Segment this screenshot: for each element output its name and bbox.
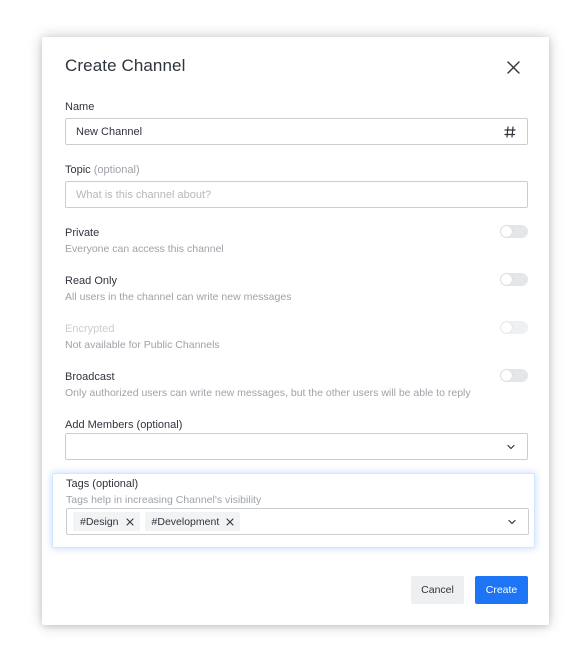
chevron-down-icon (507, 444, 515, 450)
tag-chip-design: #Design (73, 512, 140, 531)
name-input-value: New Channel (76, 125, 143, 138)
read-only-description: All users in the channel can write new m… (65, 291, 292, 303)
private-toggle[interactable] (500, 225, 528, 238)
name-label: Name (65, 101, 95, 113)
tags-label: Tags (optional) (66, 478, 139, 490)
create-channel-modal: Create Channel Name New Channel Topic (o… (42, 37, 549, 625)
add-members-label: Add Members (optional) (65, 419, 183, 431)
encrypted-title: Encrypted (65, 323, 115, 335)
encrypted-toggle (500, 321, 528, 334)
create-button[interactable]: Create (475, 576, 528, 604)
encrypted-description: Not available for Public Channels (65, 339, 220, 351)
private-title: Private (65, 227, 100, 239)
name-input[interactable]: New Channel (65, 118, 528, 145)
tags-description: Tags help in increasing Channel's visibi… (66, 494, 262, 506)
tags-section: Tags (optional) Tags help in increasing … (52, 473, 535, 548)
remove-tag-icon[interactable] (125, 517, 134, 526)
close-icon (506, 60, 520, 74)
toggle-knob (501, 322, 512, 333)
topic-label-optional: (optional) (93, 164, 140, 176)
tag-chip-label: #Design (80, 515, 119, 528)
hash-icon (504, 126, 516, 138)
private-description: Everyone can access this channel (65, 243, 224, 255)
tag-chip-development: #Development (144, 512, 241, 531)
broadcast-description: Only authorized users can write new mess… (65, 387, 471, 399)
tags-select[interactable]: #Design #Development (66, 508, 529, 535)
broadcast-toggle[interactable] (500, 369, 528, 382)
toggle-knob (501, 274, 512, 285)
remove-tag-icon[interactable] (226, 517, 234, 526)
toggle-knob (501, 226, 512, 237)
broadcast-title: Broadcast (65, 371, 115, 383)
topic-input[interactable]: What is this channel about? (65, 181, 528, 208)
topic-label-text: Topic (65, 164, 91, 176)
chevron-down-icon (508, 519, 516, 525)
topic-label: Topic (optional) (65, 164, 140, 176)
cancel-button[interactable]: Cancel (411, 576, 464, 604)
read-only-toggle[interactable] (500, 273, 528, 286)
close-button[interactable] (503, 57, 523, 77)
modal-title: Create Channel (65, 56, 186, 75)
tag-chip-label: #Development (151, 515, 220, 528)
add-members-select[interactable] (65, 433, 528, 460)
toggle-knob (501, 370, 512, 381)
topic-input-placeholder: What is this channel about? (76, 188, 212, 201)
read-only-title: Read Only (65, 275, 117, 287)
